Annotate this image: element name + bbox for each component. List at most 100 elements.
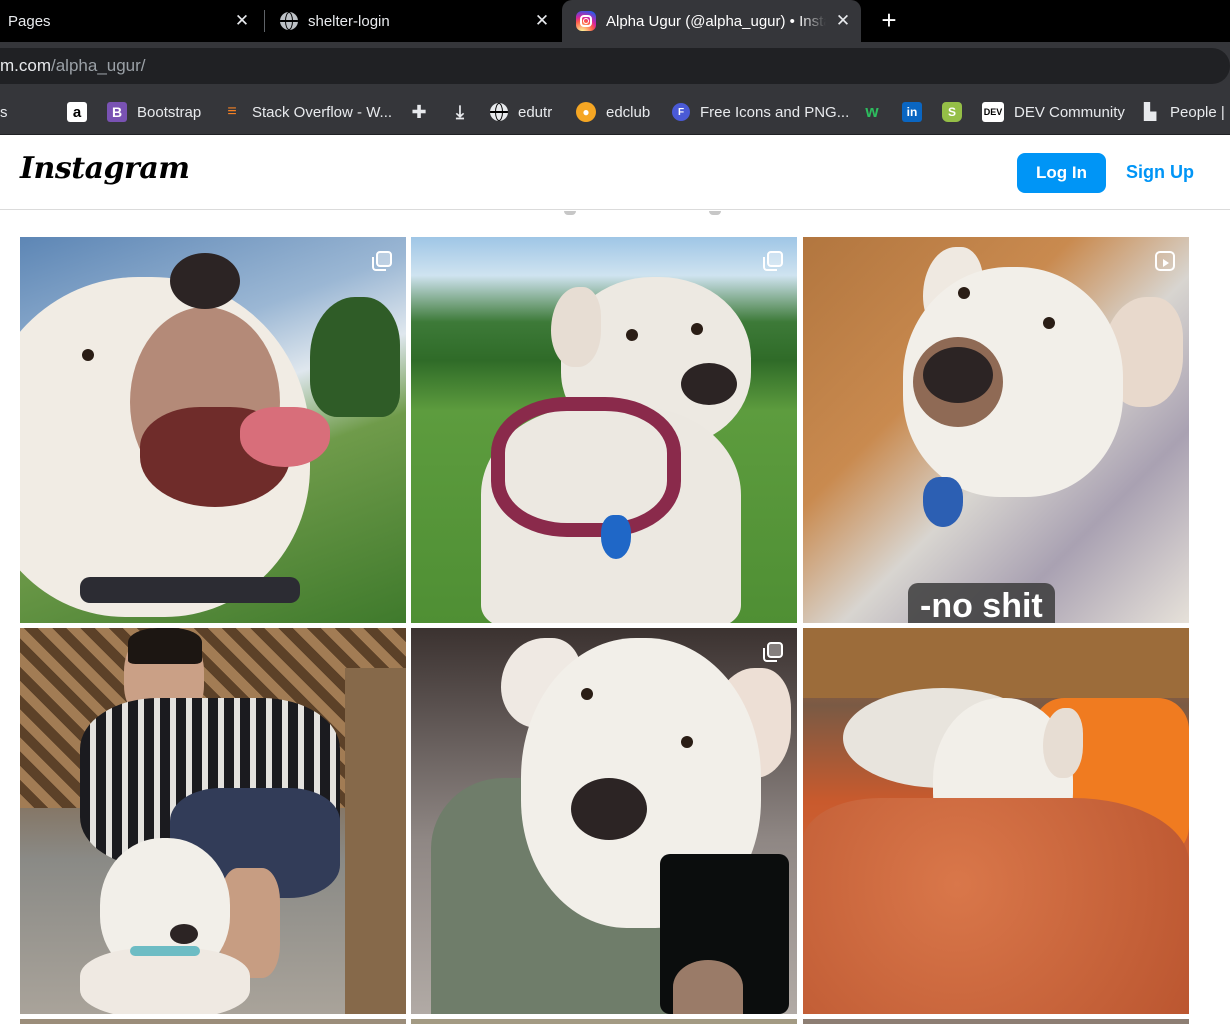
bookmark-dev[interactable]: DEV DEV Community bbox=[982, 90, 1125, 134]
bookmarks-bar: s a B Bootstrap ≡ Stack Overflow - W... ✚ … bbox=[0, 90, 1230, 135]
bookmark-webflow[interactable]: w bbox=[862, 90, 892, 134]
bookmark-label: DEV Community bbox=[1014, 103, 1125, 121]
bookmark-download[interactable]: ⤓ bbox=[450, 90, 480, 134]
bookmark-extensions[interactable]: ✚ bbox=[409, 90, 439, 134]
dog-ear bbox=[1043, 708, 1083, 778]
url-text: m.com/alpha_ugur/ bbox=[0, 56, 146, 76]
sign-up-link[interactable]: Sign Up bbox=[1126, 162, 1194, 183]
dog-nose bbox=[170, 253, 240, 309]
dog-harness bbox=[491, 397, 681, 537]
bookmark-bootstrap[interactable]: B Bootstrap bbox=[107, 90, 201, 134]
dog-nose bbox=[923, 347, 993, 403]
post-tile[interactable] bbox=[803, 1019, 1189, 1024]
dog-collar bbox=[80, 577, 300, 603]
bookmark-apple[interactable] bbox=[30, 90, 60, 134]
tab-indicator-icon bbox=[564, 211, 576, 215]
dog-eye bbox=[691, 323, 703, 335]
multiple-photos-icon bbox=[372, 251, 392, 271]
tab-separator bbox=[264, 10, 265, 32]
edclub-icon: ● bbox=[576, 102, 596, 122]
shopify-icon: S bbox=[942, 102, 962, 122]
bookmark-people[interactable]: ▙ People | bbox=[1140, 90, 1225, 134]
superman-tag bbox=[601, 515, 631, 559]
bookmark-shopify[interactable]: S bbox=[942, 90, 972, 134]
bookmark-label: edclub bbox=[606, 103, 651, 121]
amazon-icon: a bbox=[67, 102, 87, 122]
extensions-icon: ✚ bbox=[411, 101, 427, 122]
tab-indicator-icon bbox=[709, 211, 721, 215]
bookmark-label: s bbox=[0, 103, 8, 121]
url-domain: m.com bbox=[0, 56, 51, 75]
instagram-icon bbox=[576, 11, 596, 31]
tab-instagram[interactable]: Alpha Ugur (@alpha_ugur) • Insta ✕ bbox=[562, 0, 861, 42]
man-hair bbox=[128, 628, 202, 664]
tab-title: shelter-login bbox=[308, 12, 390, 30]
bookmark-label: Free Icons and PNG... bbox=[700, 103, 850, 121]
bookmark-stackoverflow[interactable]: ≡ Stack Overflow - W... bbox=[222, 90, 392, 134]
tab-pages[interactable]: Pages ✕ bbox=[0, 0, 262, 42]
bootstrap-icon: B bbox=[107, 102, 127, 122]
globe-icon bbox=[280, 12, 298, 30]
dog-eye bbox=[1043, 317, 1055, 329]
wooden-chair bbox=[345, 668, 406, 1014]
bookmark-amazon[interactable]: a bbox=[67, 90, 97, 134]
multiple-photos-icon bbox=[763, 642, 783, 662]
wooden-wall bbox=[803, 628, 1189, 698]
dog-nose bbox=[571, 778, 647, 840]
bookmark-label: People | bbox=[1170, 103, 1225, 121]
people-icon: ▙ bbox=[1143, 104, 1157, 121]
post-caption-overlay: -no shit bbox=[908, 583, 1055, 623]
bookmark-label: edutr bbox=[518, 103, 553, 121]
tree-shape bbox=[310, 297, 400, 417]
bookmark-edutr[interactable]: edutr bbox=[490, 90, 552, 134]
post-tile[interactable] bbox=[20, 237, 406, 623]
globe-icon bbox=[490, 103, 508, 121]
close-tab-icon[interactable]: ✕ bbox=[232, 11, 252, 31]
instagram-logo[interactable]: Instagram bbox=[20, 151, 190, 186]
orange-blanket bbox=[803, 798, 1189, 1014]
instagram-header: Instagram Log In Sign Up bbox=[0, 135, 1230, 210]
post-tile[interactable] bbox=[411, 237, 797, 623]
close-tab-icon[interactable]: ✕ bbox=[833, 11, 853, 31]
tab-strip: Pages ✕ shelter-login ✕ Alpha Ugur (@alp… bbox=[0, 0, 1230, 42]
stackoverflow-icon: ≡ bbox=[227, 103, 237, 120]
dog-ear bbox=[551, 287, 601, 367]
log-in-button[interactable]: Log In bbox=[1017, 153, 1106, 193]
posts-grid: -no shit bbox=[0, 211, 1230, 1024]
reel-icon bbox=[1155, 251, 1175, 271]
webflow-icon: w bbox=[865, 102, 879, 121]
post-tile[interactable] bbox=[411, 628, 797, 1014]
url-path: /alpha_ugur/ bbox=[51, 56, 146, 75]
bookmark-edclub[interactable]: ● edclub bbox=[576, 90, 650, 134]
flaticon-icon: F bbox=[672, 103, 690, 121]
dog-body bbox=[80, 948, 250, 1014]
post-tile[interactable] bbox=[411, 1019, 797, 1024]
bookmark-label: Bootstrap bbox=[137, 103, 202, 121]
new-tab-button[interactable]: + bbox=[875, 7, 903, 35]
dog-eye bbox=[82, 349, 94, 361]
bookmark-flaticon[interactable]: F Free Icons and PNG... bbox=[672, 90, 849, 134]
download-icon: ⤓ bbox=[456, 101, 464, 122]
close-tab-icon[interactable]: ✕ bbox=[532, 11, 552, 31]
linkedin-icon: in bbox=[902, 102, 922, 122]
dog-tongue bbox=[240, 407, 330, 467]
bookmark-item[interactable]: s bbox=[0, 90, 8, 134]
post-tile[interactable]: -no shit bbox=[803, 237, 1189, 623]
bookmark-linkedin[interactable]: in bbox=[902, 90, 932, 134]
dog-tag bbox=[923, 477, 963, 527]
post-tile[interactable] bbox=[20, 1019, 406, 1024]
bookmark-label: Stack Overflow - W... bbox=[252, 103, 393, 121]
dog-eye bbox=[681, 736, 693, 748]
post-tile[interactable] bbox=[803, 628, 1189, 1014]
dog-eye bbox=[958, 287, 970, 299]
address-bar: m.com/alpha_ugur/ bbox=[0, 42, 1230, 90]
dog-nose bbox=[681, 363, 737, 405]
tab-title: Pages bbox=[8, 12, 51, 30]
multiple-photos-icon bbox=[763, 251, 783, 271]
dog-eye bbox=[626, 329, 638, 341]
url-field[interactable]: m.com/alpha_ugur/ bbox=[0, 48, 1230, 84]
post-tile[interactable] bbox=[20, 628, 406, 1014]
apple-icon bbox=[30, 102, 50, 122]
tab-shelter-login[interactable]: shelter-login ✕ bbox=[270, 0, 560, 42]
dog-nose bbox=[170, 924, 198, 944]
